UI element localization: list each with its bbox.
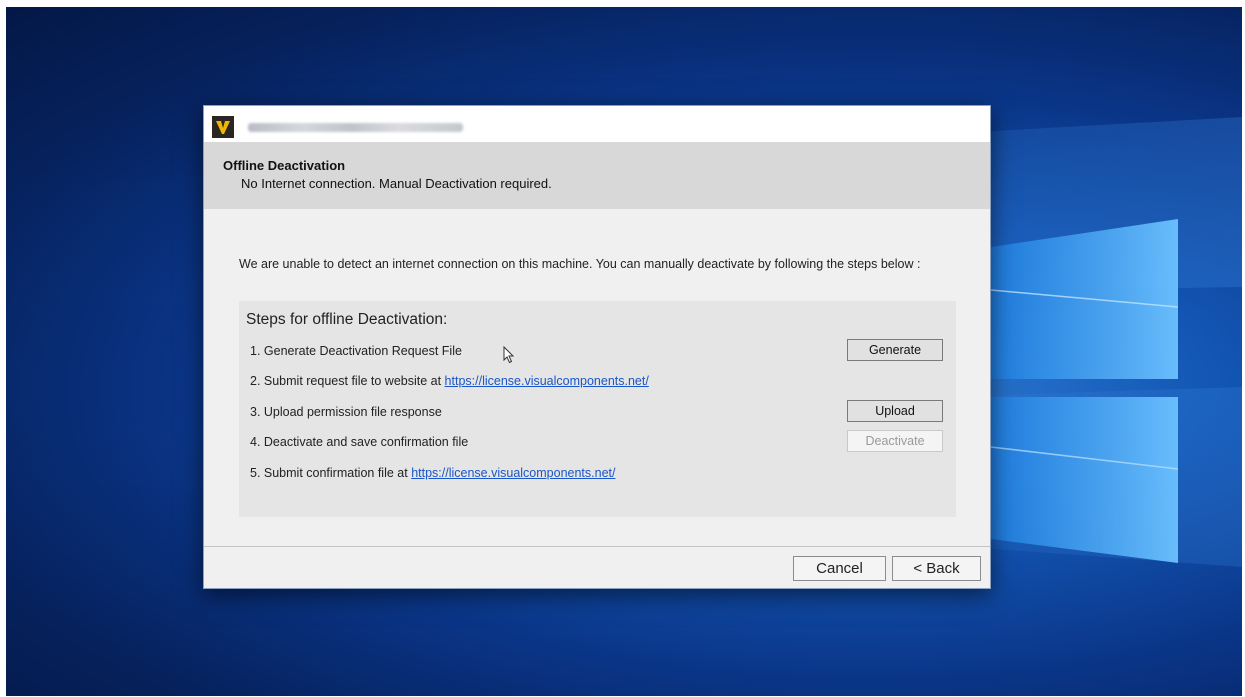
step-2: 2. Submit request file to website at htt… <box>250 374 649 388</box>
license-website-link[interactable]: https://license.visualcomponents.net/ <box>411 466 615 480</box>
page-title: Offline Deactivation <box>223 158 346 173</box>
step-5: 5. Submit confirmation file at https://l… <box>250 466 615 480</box>
step-text: 5. Submit confirmation file at <box>250 466 412 480</box>
steps-heading: Steps for offline Deactivation: <box>246 311 448 328</box>
step-text: 2. Submit request file to website at <box>250 374 445 388</box>
intro-text: We are unable to detect an internet conn… <box>239 257 921 271</box>
step-3: 3. Upload permission file response <box>250 405 442 419</box>
footer-divider <box>204 546 990 547</box>
v-logo-icon <box>216 121 230 134</box>
license-website-link[interactable]: https://license.visualcomponents.net/ <box>445 374 649 388</box>
cancel-button[interactable]: Cancel <box>793 556 886 581</box>
step-text: 4. Deactivate and save confirmation file <box>250 435 469 449</box>
page-subtitle: No Internet connection. Manual Deactivat… <box>241 176 552 191</box>
generate-button[interactable]: Generate <box>847 339 943 361</box>
mouse-pointer-icon <box>503 346 515 364</box>
back-button[interactable]: < Back <box>892 556 981 581</box>
app-logo-icon <box>212 116 234 138</box>
offline-deactivation-dialog: Offline Deactivation No Internet connect… <box>203 105 991 589</box>
dialog-titlebar[interactable] <box>204 106 990 142</box>
step-text: 3. Upload permission file response <box>250 405 442 419</box>
step-text: 1. Generate Deactivation Request File <box>250 344 462 358</box>
step-4: 4. Deactivate and save confirmation file <box>250 435 468 449</box>
window-title-blurred <box>248 123 463 132</box>
upload-button[interactable]: Upload <box>847 400 943 422</box>
step-1: 1. Generate Deactivation Request File <box>250 344 462 358</box>
deactivate-button[interactable]: Deactivate <box>847 430 943 452</box>
steps-panel: Steps for offline Deactivation: 1. Gener… <box>239 301 956 517</box>
